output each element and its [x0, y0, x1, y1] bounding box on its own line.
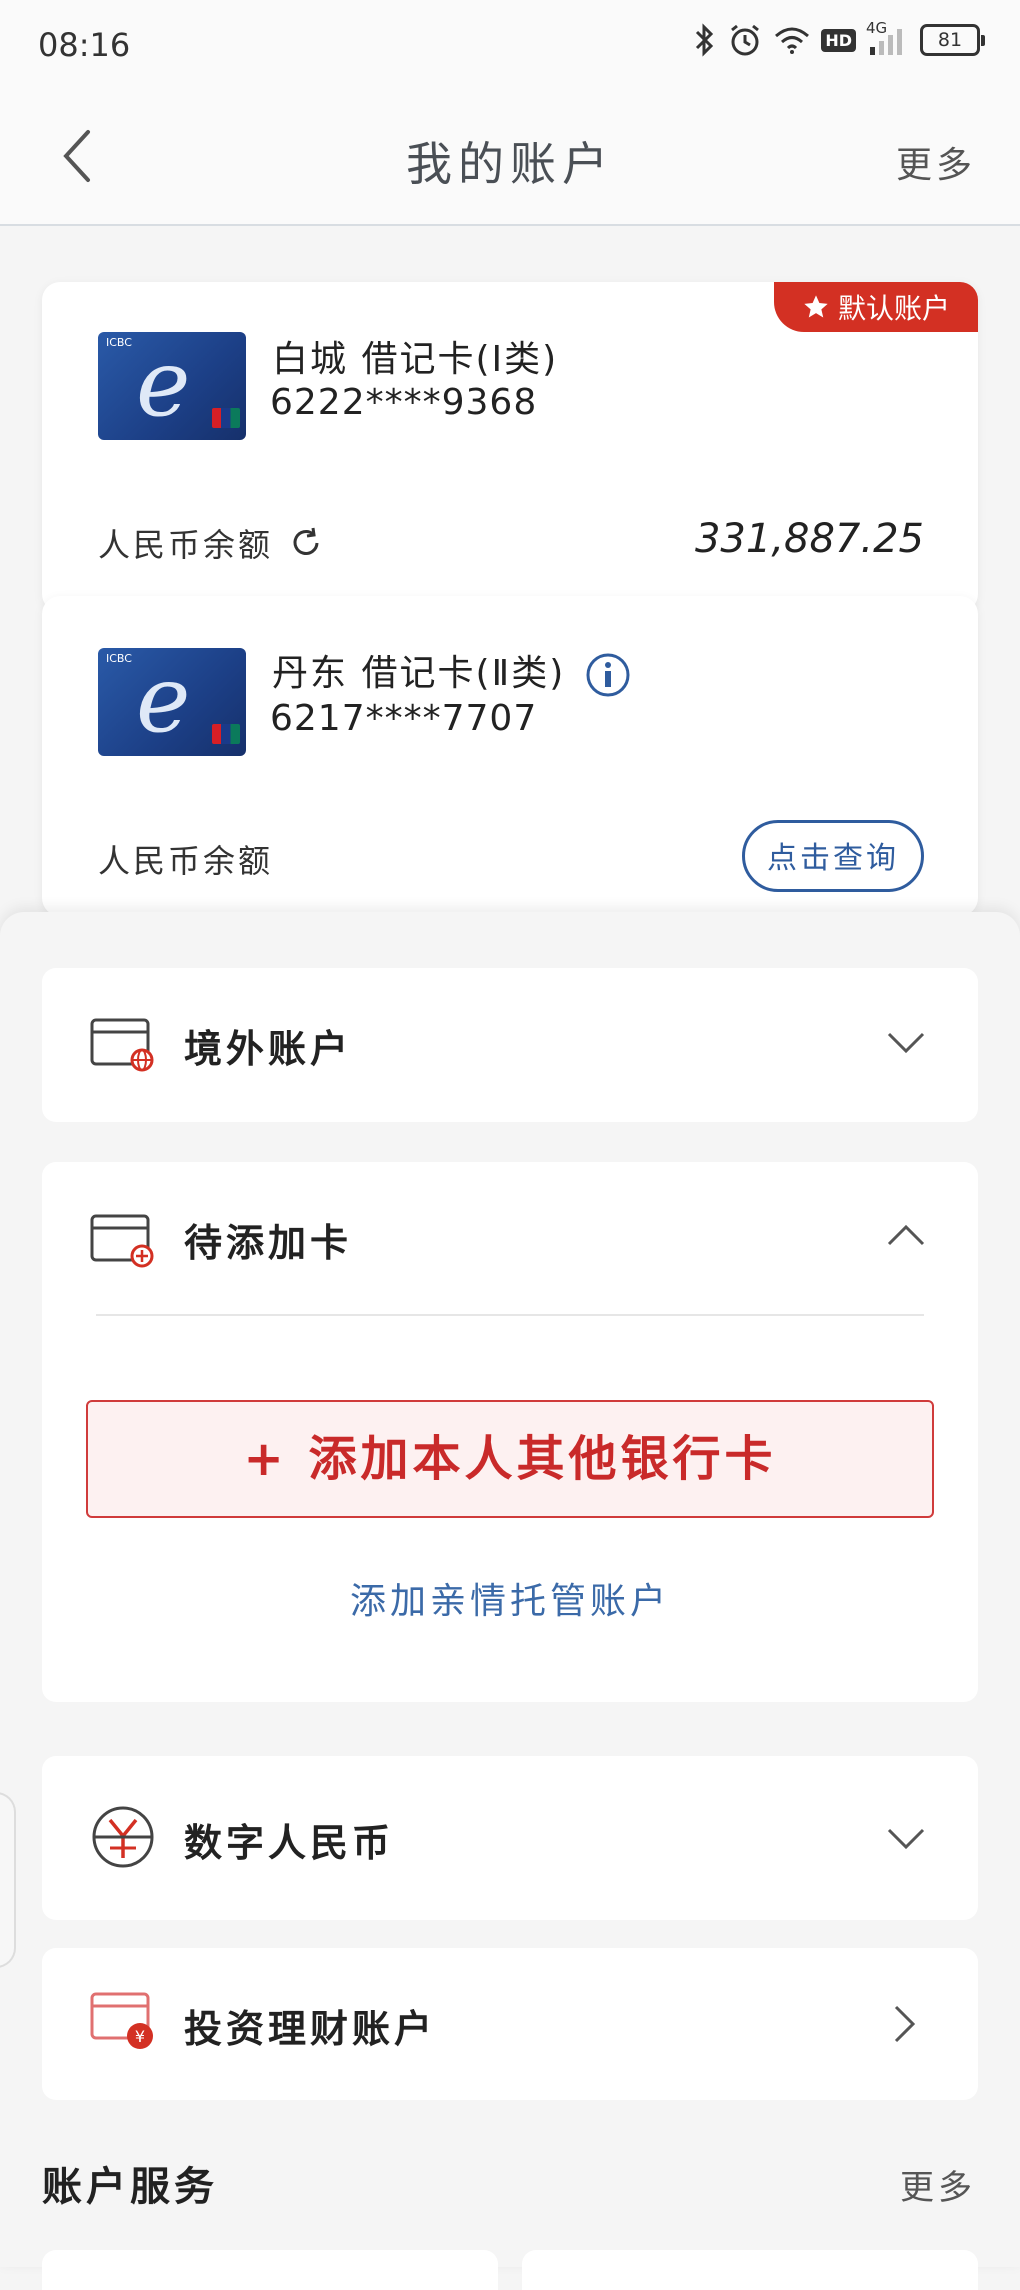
accounts-sheet: 境外账户 待添加卡 + 添加本人其他银行卡 添加亲情托管账户 数字人民币 ¥ 投… — [0, 912, 1020, 2267]
default-tag-label: 默认账户 — [837, 292, 950, 325]
service-card[interactable] — [522, 2250, 978, 2290]
pending-cards-title: 待添加卡 — [184, 1221, 353, 1265]
signal-icon: 4G — [866, 19, 910, 57]
page-title: 我的账户 — [406, 137, 614, 191]
bank-card-image: ICBC e — [98, 648, 246, 756]
chevron-up-icon[interactable] — [886, 1222, 926, 1248]
account-name: 白城 借记卡(Ⅰ类) — [272, 339, 559, 380]
unionpay-logo — [212, 408, 240, 428]
digital-rmb-icon — [92, 1806, 154, 1868]
battery-indicator: 81 — [920, 24, 985, 56]
info-icon[interactable] — [585, 652, 631, 698]
chevron-down-icon[interactable] — [886, 1030, 926, 1056]
account-number: 6217****7707 — [270, 698, 538, 739]
unionpay-logo — [212, 724, 240, 744]
bluetooth-icon — [696, 23, 714, 57]
account-services-more-button[interactable]: 更多 — [900, 2160, 976, 2209]
balance-label: 人民币余额 — [98, 526, 274, 564]
default-account-badge: 默认账户 — [774, 282, 978, 332]
balance-row: 人民币余额 — [98, 836, 273, 882]
chevron-down-icon[interactable] — [886, 1826, 926, 1852]
balance-value: 331,887.25 — [694, 516, 924, 562]
icbc-logo: ICBC — [106, 652, 132, 665]
service-card[interactable] — [42, 2250, 498, 2290]
chevron-right-icon[interactable] — [892, 2004, 918, 2044]
icbc-logo: ICBC — [106, 336, 132, 349]
account-number: 6222****9368 — [270, 382, 538, 423]
account-card-2[interactable]: ICBC e 丹东 借记卡(Ⅱ类) 6217****7707 人民币余额 点击查… — [42, 596, 978, 916]
account-card-1[interactable]: 默认账户 ICBC e 白城 借记卡(Ⅰ类) 6222****9368 人民币余… — [42, 282, 978, 612]
account-services-title: 账户服务 — [42, 2164, 218, 2210]
refresh-icon[interactable] — [289, 526, 323, 560]
investment-account-title: 投资理财账户 — [184, 2007, 437, 2051]
side-drawer-handle[interactable] — [0, 1792, 16, 1968]
pending-cards-panel: 待添加卡 + 添加本人其他银行卡 添加亲情托管账户 — [42, 1162, 978, 1702]
add-other-bank-card-button[interactable]: + 添加本人其他银行卡 — [86, 1400, 934, 1518]
card-globe-icon — [90, 1018, 154, 1072]
account-name-row: 丹东 借记卡(Ⅱ类) — [272, 644, 631, 698]
card-add-icon — [90, 1214, 154, 1268]
e-card-logo: e — [136, 332, 191, 437]
star-icon — [804, 295, 828, 318]
overseas-account-panel[interactable]: 境外账户 — [42, 968, 978, 1122]
alarm-icon — [731, 24, 760, 56]
divider — [96, 1314, 924, 1316]
overseas-account-title: 境外账户 — [184, 1027, 353, 1071]
svg-text:¥: ¥ — [135, 2027, 145, 2046]
status-icons: HD 4G 81 — [693, 19, 985, 58]
e-card-logo: e — [136, 648, 191, 753]
bank-card-image: ICBC e — [98, 332, 246, 440]
digital-rmb-panel[interactable]: 数字人民币 — [42, 1756, 978, 1920]
investment-icon: ¥ — [90, 1992, 153, 2049]
balance-row: 人民币余额 — [98, 520, 323, 566]
balance-label: 人民币余额 — [98, 842, 274, 880]
more-button[interactable]: 更多 — [896, 136, 976, 188]
query-balance-button[interactable]: 点击查询 — [742, 820, 924, 892]
digital-rmb-title: 数字人民币 — [184, 1821, 395, 1865]
add-family-account-link[interactable]: 添加亲情托管账户 — [42, 1572, 978, 1624]
status-time: 08:16 — [38, 26, 131, 64]
account-name: 丹东 借记卡(Ⅱ类) — [272, 653, 566, 694]
status-bar: 08:16 HD 4G 81 — [0, 0, 1020, 90]
hd-icon: HD — [821, 28, 856, 52]
investment-account-panel[interactable]: ¥ 投资理财账户 — [42, 1948, 978, 2100]
wifi-icon — [775, 27, 810, 54]
nav-bar: 我的账户 更多 — [0, 90, 1020, 226]
